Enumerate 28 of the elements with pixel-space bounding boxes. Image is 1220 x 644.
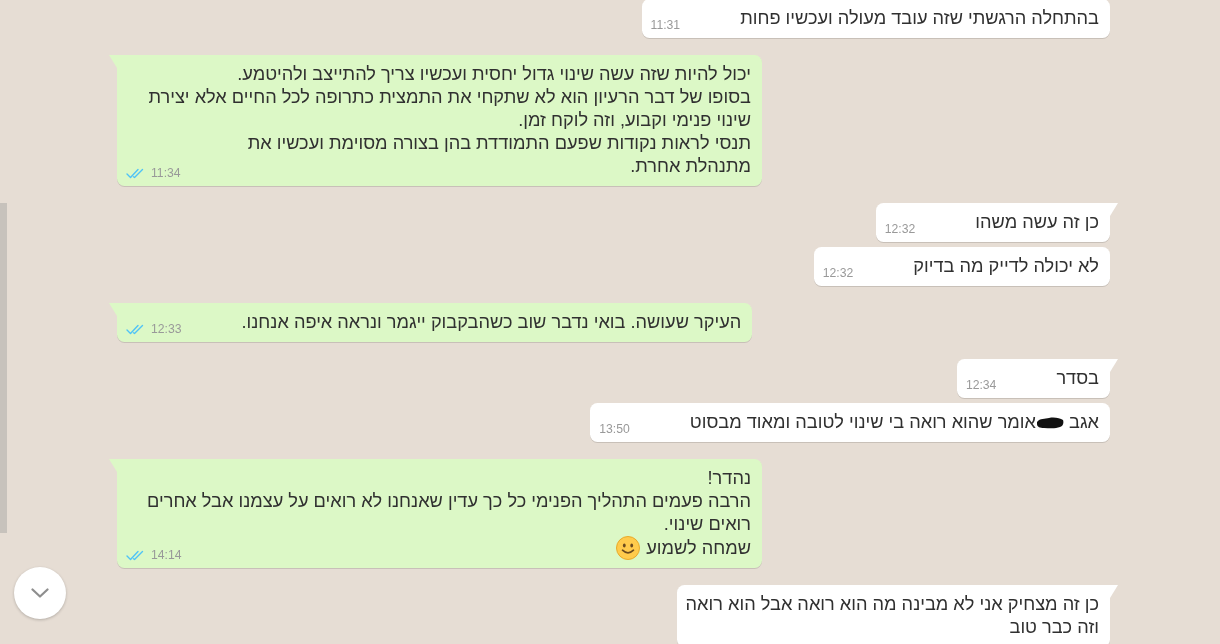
message-text: בסדר [1056, 368, 1099, 388]
scribble-icon [1036, 417, 1064, 429]
smiley-emoji-icon [616, 536, 641, 560]
message-text: תנסי לראות נקודות שפעם התמודדת בהן בצורה מסוימת ועכשיו את מתנהלת אחרת. [247, 133, 751, 176]
message-text: בסופו של דבר הרעיון הוא לא שתקחי את התמצית כתרופה לכל החיים אלא יצירת שינוי פנימי וקבוע, וזה לוקח זמן. [148, 87, 751, 130]
message-time: 11:31 [650, 18, 681, 33]
message-time: 12:32 [884, 222, 916, 237]
message-text: יכול להיות שזה עשה שינוי גדול יחסית ועכשיו צריך להתייצב ולהיטמע. [237, 64, 751, 84]
message-time: 12:34 [965, 378, 997, 393]
message-time: 13:50 [599, 422, 630, 437]
message-text: אגב [1069, 412, 1099, 432]
message-time: 14:14 [151, 548, 182, 563]
message-time: 12:33 [151, 322, 182, 337]
message-text: כן זה עשה משהו [975, 212, 1099, 232]
message-text: לא יכולה לדייק מה בדיוק [913, 256, 1099, 276]
message-text: אומר שהוא רואה בי שינוי לטובה ומאוד מבסוט [689, 412, 1036, 432]
scroll-down-button[interactable] [14, 567, 66, 619]
message-text: נהדר! [707, 468, 751, 488]
message-text: בהתחלה הרגשתי שזה עובד מעולה ועכשיו פחות [740, 8, 1099, 28]
chevron-down-icon [31, 588, 49, 598]
message-text: שמחה לשמוע [646, 538, 751, 558]
scrollbar-thumb[interactable] [0, 203, 7, 533]
message-text: וזה כבר טוב [1009, 617, 1099, 637]
message-time: 11:34 [151, 166, 181, 181]
message-text: הרבה פעמים התהליך הפנימי כל כך עדין שאנחנו לא רואים על עצמנו אבל אחרים רואים שינוי. [147, 491, 751, 534]
message-text: כן זה מצחיק אני לא מבינה מה הוא רואה אבל הוא רואה [685, 594, 1099, 614]
message-text: העיקר שעושה. בואי נדבר שוב כשהבקבוק ייגמר ונראה איפה אנחנו. [241, 312, 742, 332]
message-time: 12:32 [822, 266, 854, 281]
